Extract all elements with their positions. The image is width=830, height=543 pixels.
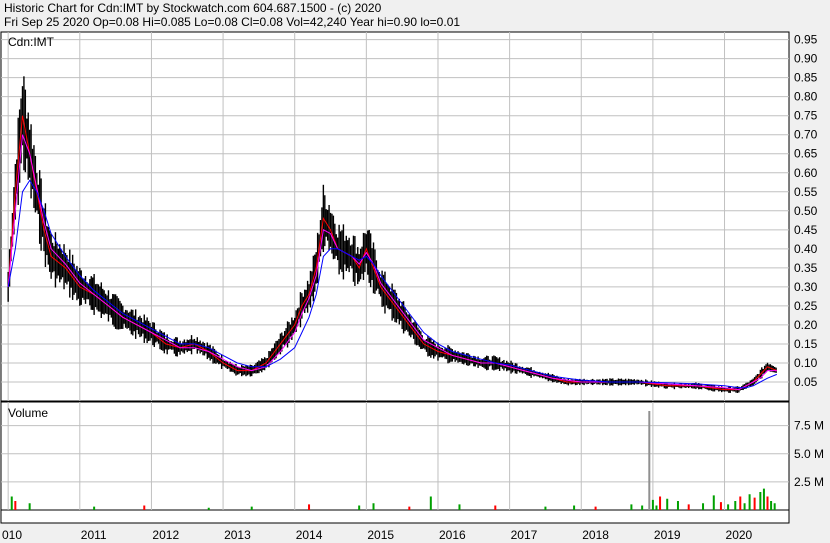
y-tick-label: 0.50 xyxy=(794,204,818,218)
x-tick-label: 2017 xyxy=(511,528,538,542)
y-tick-label: 0.90 xyxy=(794,52,818,66)
volume-bar xyxy=(687,504,690,510)
volume-bar xyxy=(494,505,497,510)
x-tick-label: 2020 xyxy=(726,528,753,542)
y-tick-label: 0.15 xyxy=(794,337,818,351)
volume-bar xyxy=(743,503,746,510)
volume-bar xyxy=(651,499,654,510)
y-tick-label: 0.20 xyxy=(794,318,818,332)
y-tick-label: 0.85 xyxy=(794,71,818,85)
volume-bar xyxy=(759,492,762,510)
volume-bar xyxy=(594,506,597,510)
volume-bar xyxy=(770,501,773,510)
y-tick-label: 0.65 xyxy=(794,147,818,161)
x-tick-label: 2011 xyxy=(81,528,107,542)
volume-bar xyxy=(630,504,633,510)
y-tick-label: 0.80 xyxy=(794,90,818,104)
volume-bar xyxy=(676,501,679,510)
x-tick-label: 2016 xyxy=(439,528,466,542)
volume-bar xyxy=(702,503,705,510)
x-tick-label: 2019 xyxy=(654,528,681,542)
x-tick-label: 2015 xyxy=(367,528,394,542)
y-tick-label: 0.60 xyxy=(794,166,818,180)
volume-panel xyxy=(0,401,790,511)
volume-bar xyxy=(408,506,411,510)
volume-bar xyxy=(727,504,730,510)
volume-bar xyxy=(28,503,31,510)
price-panel-title: Cdn:IMT xyxy=(8,35,55,49)
volume-bar xyxy=(93,506,96,510)
stock-chart: 010 2011 2012 2013 2014 2015 2016 2017 2018 2019 2… xyxy=(0,31,824,542)
volume-bar xyxy=(655,505,658,510)
x-tick-label: 2014 xyxy=(296,528,323,542)
volume-bar xyxy=(641,505,644,510)
price-panel xyxy=(0,31,790,402)
x-tick-label: 2012 xyxy=(152,528,179,542)
volume-bar xyxy=(308,504,311,510)
y-tick-label: 0.70 xyxy=(794,128,818,142)
y-tick-label: 0.55 xyxy=(794,185,818,199)
volume-bar xyxy=(207,507,210,510)
volume-bar xyxy=(753,497,756,510)
volume-bar xyxy=(250,506,253,510)
volume-bar xyxy=(573,505,576,510)
volume-bar xyxy=(458,504,461,510)
volume-bar xyxy=(10,496,13,510)
volume-tick-label: 5.0 M xyxy=(794,447,824,461)
volume-bar xyxy=(739,496,742,510)
y-tick-label: 0.45 xyxy=(794,223,818,237)
volume-bar xyxy=(429,496,432,510)
y-tick-label: 0.10 xyxy=(794,356,818,370)
x-tick-label: 2013 xyxy=(224,528,251,542)
y-tick-label: 0.30 xyxy=(794,280,818,294)
y-tick-label: 0.25 xyxy=(794,299,818,313)
y-tick-label: 0.05 xyxy=(794,375,818,389)
volume-bar xyxy=(766,496,769,510)
y-tick-label: 0.40 xyxy=(794,242,818,256)
date-axis-band xyxy=(0,509,790,524)
y-tick-label: 0.95 xyxy=(794,33,818,47)
volume-bar xyxy=(143,505,146,510)
volume-bar xyxy=(659,496,662,510)
volume-bar xyxy=(712,495,715,510)
volume-bar xyxy=(358,505,361,510)
x-tick-label: 2018 xyxy=(582,528,609,542)
volume-bar xyxy=(748,494,751,510)
volume-tick-label: 7.5 M xyxy=(794,419,824,433)
x-tick-label: 010 xyxy=(2,528,22,542)
volume-bar xyxy=(372,503,375,510)
volume-bar xyxy=(666,498,669,510)
volume-tick-label: 2.5 M xyxy=(794,475,824,489)
volume-bar xyxy=(719,502,722,510)
volume-bar xyxy=(544,506,547,510)
volume-bar xyxy=(734,501,737,510)
volume-bar xyxy=(14,501,17,510)
volume-bar xyxy=(762,488,765,510)
volume-panel-title: Volume xyxy=(8,406,48,420)
y-tick-label: 0.35 xyxy=(794,261,818,275)
volume-bar xyxy=(648,411,651,510)
y-tick-label: 0.75 xyxy=(794,109,818,123)
volume-bar xyxy=(773,503,776,510)
